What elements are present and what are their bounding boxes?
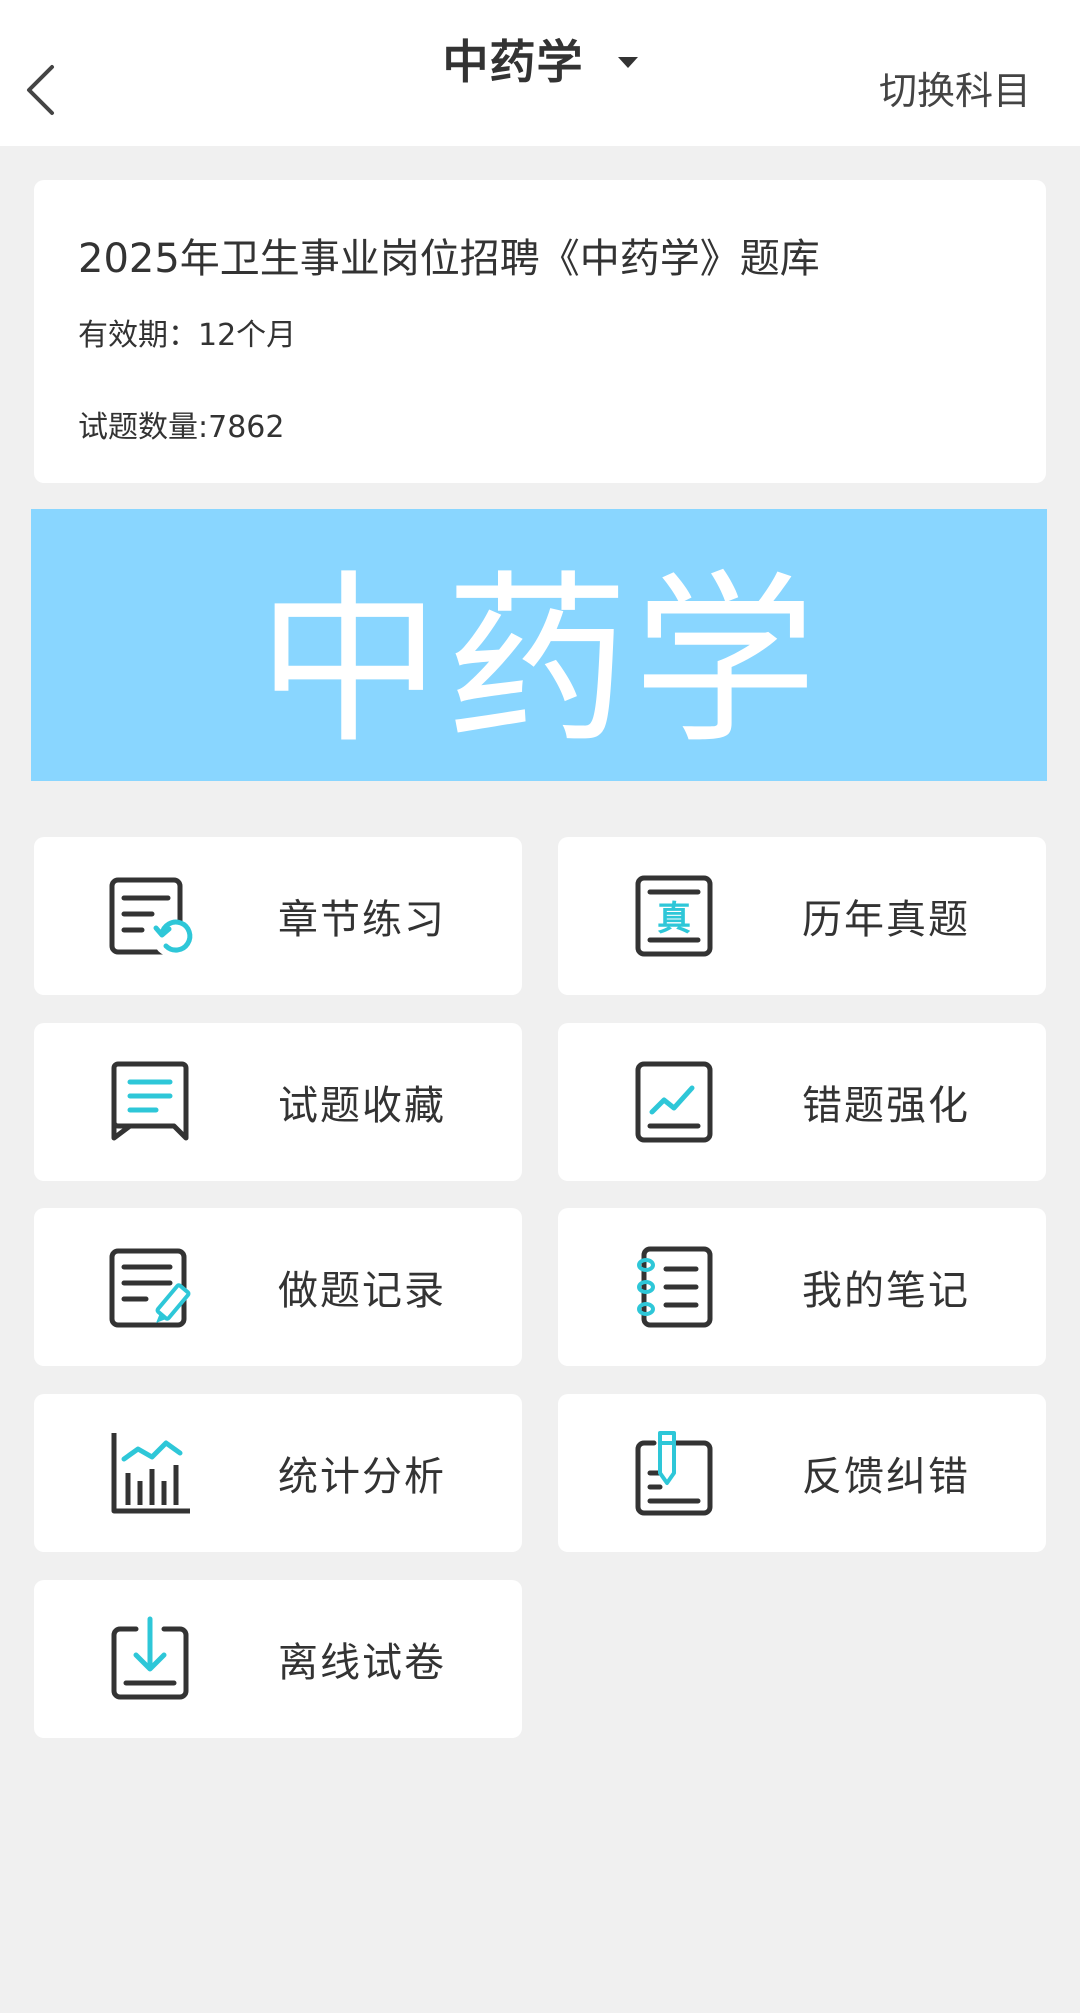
caret-down-icon: [617, 56, 638, 68]
subject-selector[interactable]: 中药学: [443, 35, 638, 92]
question-bank-info-card: 2025年卫生事业岗位招聘《中药学》题库 有效期：12个月 试题数量:7862: [34, 180, 1046, 483]
tile-label: 试题收藏: [278, 1083, 446, 1129]
tile-statistics[interactable]: 统计分析: [34, 1394, 522, 1552]
tile-label: 历年真题: [802, 897, 970, 943]
tile-notebook[interactable]: 我的笔记: [558, 1208, 1046, 1366]
tile-chapter-practice[interactable]: 章节练习: [34, 837, 522, 995]
chapter-practice-icon: [109, 877, 193, 957]
tile-favorites[interactable]: 试题收藏: [34, 1023, 522, 1181]
tile-label: 做题记录: [278, 1268, 446, 1314]
tile-mistakes[interactable]: 错题强化: [558, 1023, 1046, 1181]
tile-label: 我的笔记: [802, 1268, 970, 1314]
subject-banner: 中药学: [31, 509, 1047, 781]
past-papers-glyph: 真: [657, 899, 691, 939]
tile-label: 统计分析: [278, 1454, 446, 1500]
tile-label: 错题强化: [802, 1083, 970, 1129]
page-title: 中药学: [442, 35, 584, 89]
feedback-icon: [635, 1431, 713, 1516]
statistics-icon: [111, 1433, 190, 1514]
banner-text: 中药学: [256, 555, 821, 769]
switch-subject-button[interactable]: 切换科目: [879, 60, 1031, 115]
question-count: 试题数量:7862: [78, 410, 285, 445]
offline-download-icon: [111, 1616, 189, 1700]
favorites-icon: [111, 1061, 189, 1141]
mistakes-icon: [635, 1061, 713, 1143]
notebook-icon: [637, 1246, 713, 1328]
tile-label: 离线试卷: [278, 1640, 446, 1686]
top-navigation-bar: 中药学 切换科目: [0, 0, 1080, 146]
history-record-icon: [109, 1248, 191, 1328]
tile-past-papers[interactable]: 真 历年真题: [558, 837, 1046, 995]
tile-label: 章节练习: [278, 897, 446, 943]
back-button[interactable]: [14, 56, 66, 124]
tile-label: 反馈纠错: [802, 1454, 970, 1500]
chevron-left-icon: [27, 65, 54, 115]
tile-history-record[interactable]: 做题记录: [34, 1208, 522, 1366]
past-papers-icon: 真: [635, 875, 713, 957]
question-bank-title: 2025年卫生事业岗位招聘《中药学》题库: [78, 236, 820, 282]
tile-feedback[interactable]: 反馈纠错: [558, 1394, 1046, 1552]
tile-offline-papers[interactable]: 离线试卷: [34, 1580, 522, 1738]
validity-period: 有效期：12个月: [78, 318, 297, 353]
